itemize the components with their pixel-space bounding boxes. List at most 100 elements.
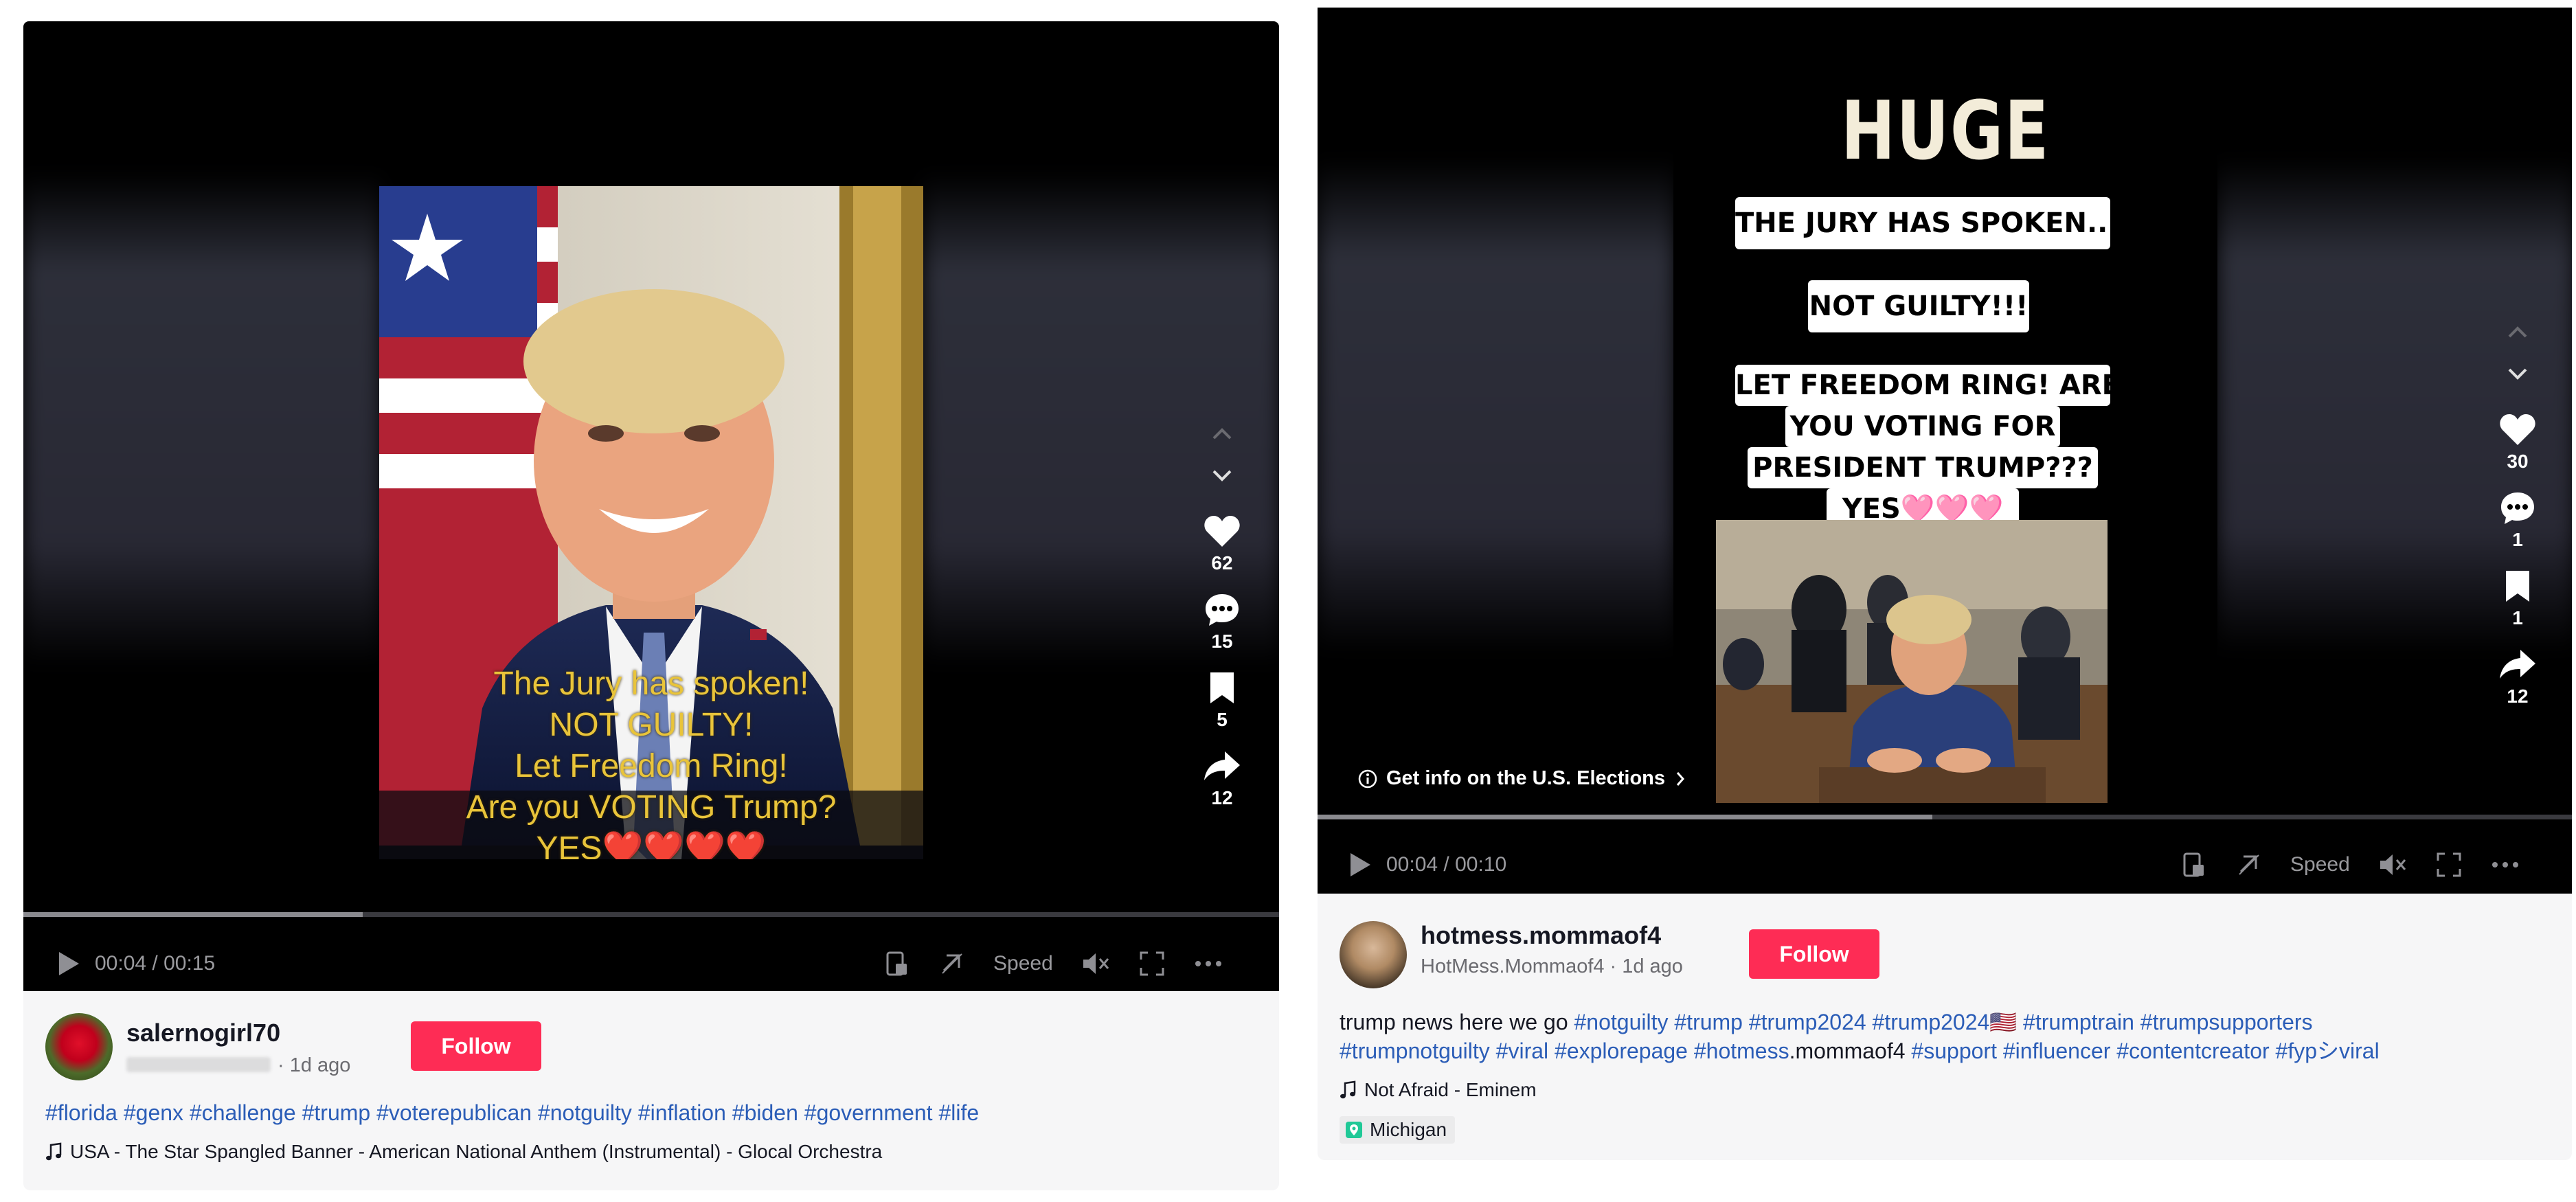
save-count: 5 — [1217, 709, 1228, 730]
hashtag-link[interactable]: #trump2024 — [1749, 1010, 1866, 1034]
progress-bar[interactable] — [1318, 815, 2572, 819]
play-icon[interactable] — [1348, 851, 1372, 878]
location-tag[interactable]: Michigan — [1340, 1116, 1456, 1144]
username[interactable]: hotmess.mommaof4 — [1421, 921, 1661, 950]
overlay-line-4: Are you VOTING Trump? — [466, 789, 837, 826]
hashtag-link[interactable]: #support — [1911, 1039, 1997, 1063]
comment-icon[interactable] — [1204, 592, 1241, 626]
caption-box-3: LET FREEDOM RING! ARE YOU VOTING FOR PRE… — [1735, 365, 2121, 530]
follow-button[interactable]: Follow — [1749, 929, 1879, 979]
hashtag-link[interactable]: #challenge — [190, 1100, 296, 1125]
auto-scroll-icon[interactable] — [2235, 851, 2263, 878]
hashtag-link[interactable]: #voterepublican — [376, 1100, 532, 1125]
hashtag-link[interactable]: #trump2024🇺🇸 — [1873, 1010, 2018, 1034]
headline-huge: HUGE — [1840, 83, 2050, 178]
chevron-down-icon[interactable] — [1208, 466, 1236, 486]
hashtag-link[interactable]: #notguilty — [538, 1100, 632, 1125]
comment-count: 1 — [2512, 529, 2523, 550]
share-icon[interactable] — [2498, 647, 2537, 681]
caption-line-2: YOU VOTING FOR — [1785, 406, 2060, 447]
chevron-up-icon[interactable] — [1208, 423, 1236, 444]
chevron-up-icon[interactable] — [2504, 321, 2531, 342]
caption-line-3: PRESIDENT TRUMP??? — [1748, 447, 2098, 488]
redacted-nickname — [126, 1057, 271, 1072]
video-player[interactable]: The Jury has spoken! NOT GUILTY! Let Fre… — [23, 21, 1279, 991]
avatar[interactable] — [45, 1013, 113, 1080]
music-note-icon — [46, 1142, 62, 1161]
mini-player-icon[interactable] — [883, 950, 911, 977]
share-count: 12 — [1211, 787, 1233, 808]
hashtag-link[interactable]: #biden — [732, 1100, 798, 1125]
music-info[interactable]: USA - The Star Spangled Banner - America… — [45, 1141, 882, 1163]
hashtag-link[interactable]: #viral — [1496, 1039, 1548, 1063]
hashtag-link[interactable]: #life — [938, 1100, 979, 1125]
courtroom-photo — [1716, 520, 2108, 803]
like-count: 62 — [1211, 552, 1233, 574]
video-blur-left — [1318, 159, 1675, 653]
overlay-line-1: The Jury has spoken! — [493, 666, 809, 702]
hashtag-link[interactable]: #genx — [124, 1100, 183, 1125]
follow-button[interactable]: Follow — [411, 1021, 541, 1071]
music-title: Not Afraid - Eminem — [1364, 1079, 1537, 1100]
more-icon[interactable] — [2490, 851, 2520, 878]
hashtag-link[interactable]: #notguilty — [1574, 1010, 1669, 1034]
player-tools: Speed — [883, 950, 1223, 977]
elections-label: Get info on the U.S. Elections — [1386, 767, 1666, 789]
hashtag-link[interactable]: #influencer — [2003, 1039, 2111, 1063]
mini-player-icon[interactable] — [2180, 851, 2208, 878]
caption-line-1: LET FREEDOM RING! ARE — [1735, 365, 2121, 406]
progress-fill — [1318, 815, 1932, 819]
nickname: HotMess.Mommaof4 — [1421, 955, 1605, 977]
fullscreen-icon[interactable] — [2435, 851, 2463, 878]
hashtag-link[interactable]: #trump — [1674, 1010, 1743, 1034]
video-frame: The Jury has spoken! NOT GUILTY! Let Fre… — [379, 186, 923, 859]
location-name: Michigan — [1370, 1119, 1447, 1140]
playback-controls: 00:04 / 00:10 — [1348, 851, 1506, 878]
post-meta: salernogirl70 · 1d ago Follow #florida #… — [23, 991, 1279, 1190]
bookmark-icon[interactable] — [1206, 670, 1238, 705]
fullscreen-icon[interactable] — [1138, 950, 1166, 977]
caption-line-1: trump news here we go #notguilty #trump … — [1340, 1008, 2562, 1036]
hashtag-link[interactable]: #contentcreator — [2116, 1039, 2269, 1063]
progress-fill — [23, 912, 363, 917]
comment-icon[interactable] — [2499, 490, 2536, 525]
hashtag-list: #florida #genx #challenge #trump #votere… — [45, 1098, 979, 1127]
chevron-down-icon[interactable] — [2504, 364, 2531, 385]
hashtag-link[interactable]: #trump — [302, 1100, 371, 1125]
elections-info-link[interactable]: Get info on the U.S. Elections — [1357, 767, 1687, 790]
share-icon[interactable] — [1203, 749, 1241, 783]
avatar[interactable] — [1340, 921, 1407, 988]
speed-button[interactable]: Speed — [993, 952, 1053, 975]
caption: trump news here we go #notguilty #trump … — [1340, 1008, 2562, 1065]
mute-icon[interactable] — [1081, 950, 1111, 977]
caption-text: trump news here we go — [1340, 1010, 1568, 1034]
auto-scroll-icon[interactable] — [938, 950, 966, 977]
hashtag-link[interactable]: #explorepage — [1555, 1039, 1688, 1063]
speed-button[interactable]: Speed — [2290, 853, 2350, 876]
hashtag-link[interactable]: #trumptrain — [2023, 1010, 2134, 1034]
music-note-icon — [1340, 1080, 1356, 1099]
hashtag-link[interactable]: #hotmess — [1694, 1039, 1789, 1063]
hashtag-link[interactable]: #government — [804, 1100, 933, 1125]
author-subline: HotMess.Mommaof4 · 1d ago — [1421, 955, 1683, 978]
play-icon[interactable] — [56, 950, 81, 977]
caption-line-2: #trumpnotguilty #viral #explorepage #hot… — [1340, 1036, 2562, 1065]
hashtag-link[interactable]: #fypシviral — [2276, 1039, 2380, 1063]
left-post: The Jury has spoken! NOT GUILTY! Let Fre… — [23, 21, 1279, 1190]
hashtag-link[interactable]: #trumpnotguilty — [1340, 1039, 1490, 1063]
hashtag-link[interactable]: #florida — [45, 1100, 117, 1125]
save-count: 1 — [2512, 607, 2523, 628]
mute-icon[interactable] — [2377, 851, 2408, 878]
video-blur-left — [23, 172, 381, 667]
video-player[interactable]: HUGE THE JURY HAS SPOKEN... NOT GUILTY!!… — [1318, 8, 2572, 894]
hashtag-link[interactable]: #inflation — [638, 1100, 726, 1125]
playback-controls: 00:04 / 00:15 — [56, 950, 215, 977]
progress-bar[interactable] — [23, 912, 1279, 917]
music-info[interactable]: Not Afraid - Eminem — [1340, 1079, 1537, 1101]
bookmark-icon[interactable] — [2502, 569, 2533, 603]
heart-icon[interactable] — [1204, 514, 1241, 548]
heart-icon[interactable] — [2499, 412, 2536, 446]
username[interactable]: salernogirl70 — [126, 1019, 280, 1047]
more-icon[interactable] — [1193, 950, 1223, 977]
hashtag-link[interactable]: #trumpsupporters — [2140, 1010, 2313, 1034]
